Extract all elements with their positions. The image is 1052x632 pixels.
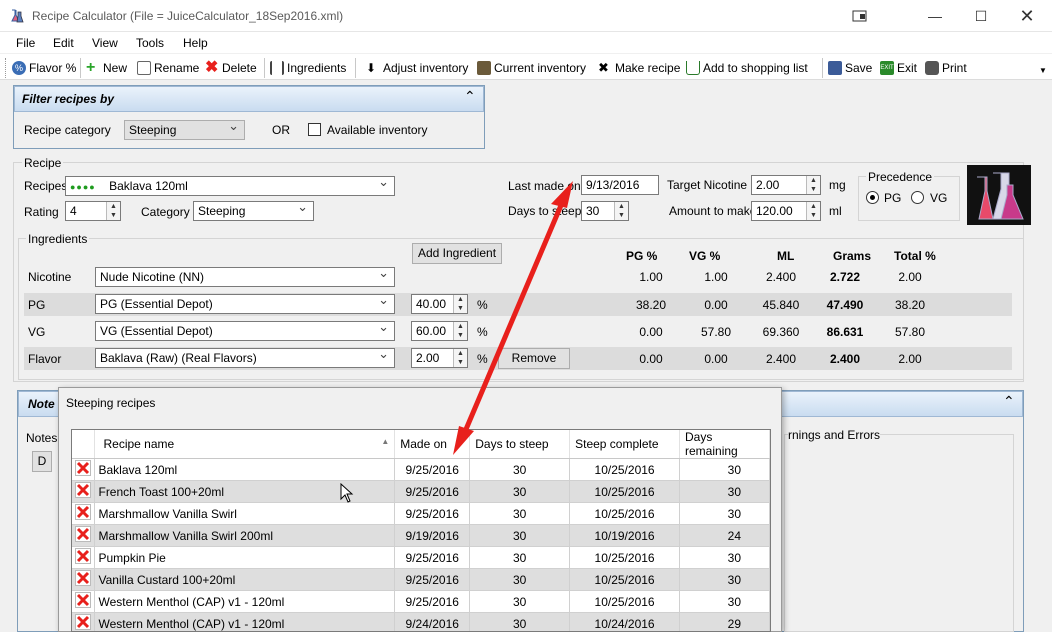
arrow-head-top (551, 181, 573, 208)
arrow-shaft (461, 202, 565, 435)
arrow-head-bottom (453, 426, 474, 455)
mouse-cursor-icon (340, 483, 354, 503)
annotation-arrow (453, 181, 573, 455)
